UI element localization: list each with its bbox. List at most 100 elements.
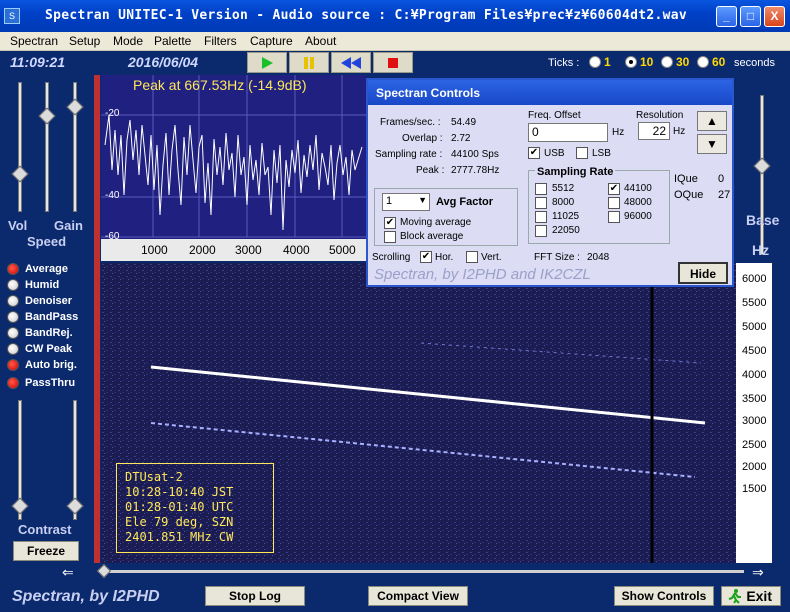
vol-slider-track[interactable] xyxy=(18,82,22,212)
freq-offset-input[interactable]: 0 xyxy=(528,123,608,142)
arrow-left-icon[interactable]: ⇐ xyxy=(62,564,74,581)
arrow-right-icon[interactable]: ⇒ xyxy=(752,564,764,581)
menu-mode[interactable]: Mode xyxy=(113,34,143,48)
speed-slider-thumb[interactable] xyxy=(38,107,56,125)
contrast-left-thumb[interactable] xyxy=(11,497,29,515)
scrolling-vert-checkbox[interactable] xyxy=(466,251,478,263)
frames-value: 54.49 xyxy=(451,117,477,128)
rate-22050-checkbox[interactable] xyxy=(535,225,547,237)
rate-8000-checkbox[interactable] xyxy=(535,197,547,209)
overlap-label: Overlap : xyxy=(402,133,443,144)
contrast-right-thumb[interactable] xyxy=(66,497,84,515)
window-title: Spectran UNITEC-1 Version - Audio source… xyxy=(45,8,688,23)
level-bar xyxy=(94,75,100,563)
play-icon xyxy=(262,56,273,69)
menu-setup[interactable]: Setup xyxy=(69,34,100,48)
play-button[interactable] xyxy=(247,52,287,73)
toggle-average[interactable]: Average xyxy=(7,261,68,276)
gain-slider-thumb[interactable] xyxy=(66,98,84,116)
rate-11025-checkbox[interactable] xyxy=(535,211,547,223)
rate-22050-label: 22050 xyxy=(552,225,580,236)
close-button[interactable]: X xyxy=(764,6,785,27)
lsb-checkbox[interactable] xyxy=(576,147,588,159)
toggle-humid[interactable]: Humid xyxy=(7,277,59,292)
menu-capture[interactable]: Capture xyxy=(250,34,293,48)
freq-6000: 6000 xyxy=(742,273,767,285)
speed-slider-track[interactable] xyxy=(45,82,49,212)
stop-log-button[interactable]: Stop Log xyxy=(205,586,305,606)
resolution-up-button[interactable]: ▲ xyxy=(697,111,727,131)
x-tick-2000: 2000 xyxy=(189,243,216,257)
compact-view-button[interactable]: Compact View xyxy=(368,586,468,606)
show-controls-button[interactable]: Show Controls xyxy=(614,586,714,606)
menu-filters[interactable]: Filters xyxy=(204,34,237,48)
rewind-button[interactable] xyxy=(331,52,371,73)
base-slider-track[interactable] xyxy=(760,95,764,255)
pause-button[interactable] xyxy=(289,52,329,73)
exit-button[interactable]: Exit xyxy=(721,586,781,606)
toggle-passthru[interactable]: PassThru xyxy=(7,375,75,390)
x-tick-5000: 5000 xyxy=(329,243,356,257)
toolbar: 11:09:21 2016/06/04 Ticks : 1 10 30 60 s… xyxy=(0,51,790,74)
position-slider-thumb[interactable] xyxy=(96,563,112,579)
rate-44100-checkbox[interactable]: ✔ xyxy=(608,183,620,195)
avg-factor-select[interactable]: 1 ▼ xyxy=(382,193,430,211)
resolution-down-button[interactable]: ▼ xyxy=(697,134,727,154)
rate-96000-checkbox[interactable] xyxy=(608,211,620,223)
base-label: Base xyxy=(746,212,780,228)
toggle-bandrej[interactable]: BandRej. xyxy=(7,325,73,340)
resolution-input[interactable]: 22 xyxy=(638,122,670,140)
moving-average-label: Moving average xyxy=(400,217,472,228)
waterfall-display: DTUsat-2 10:28-10:40 JST 01:28-01:40 UTC… xyxy=(101,263,736,563)
scrolling-label: Scrolling xyxy=(372,252,411,263)
sat-utc: 01:28-01:40 UTC xyxy=(125,500,234,514)
menu-palette[interactable]: Palette xyxy=(154,34,191,48)
rate-5512-checkbox[interactable] xyxy=(535,183,547,195)
base-slider-thumb[interactable] xyxy=(753,157,771,175)
ticks-radio-1[interactable] xyxy=(589,56,601,68)
ticks-label: Ticks : xyxy=(548,57,580,69)
ticks-radio-60[interactable] xyxy=(697,56,709,68)
clock-date: 2016/06/04 xyxy=(128,54,199,70)
position-slider-track[interactable] xyxy=(104,570,744,573)
minimize-button[interactable]: _ xyxy=(716,6,737,27)
hide-button[interactable]: Hide xyxy=(678,262,728,284)
menu-about[interactable]: About xyxy=(305,34,336,48)
rate-48000-checkbox[interactable] xyxy=(608,197,620,209)
toggle-denoiser[interactable]: Denoiser xyxy=(7,293,72,308)
dialog-watermark: Spectran, by I2PHD and IK2CZL xyxy=(374,266,591,283)
toggle-auto-brig[interactable]: Auto brig. xyxy=(7,357,77,372)
maximize-button[interactable]: □ xyxy=(740,6,761,27)
vol-slider-thumb[interactable] xyxy=(11,165,29,183)
sat-name: DTUsat-2 xyxy=(125,470,183,484)
menu-spectran[interactable]: Spectran xyxy=(10,34,58,48)
toggle-bandpass[interactable]: BandPass xyxy=(7,309,78,324)
moving-average-checkbox[interactable]: ✔ xyxy=(384,217,396,229)
ticks-radio-30[interactable] xyxy=(661,56,673,68)
chevron-down-icon: ▼ xyxy=(418,195,427,205)
scrolling-hor-checkbox[interactable]: ✔ xyxy=(420,251,432,263)
y-tick-20: -20 xyxy=(105,108,120,119)
overlap-value: 2.72 xyxy=(451,133,471,144)
fft-size-value: 2048 xyxy=(587,252,610,263)
x-tick-3000: 3000 xyxy=(235,243,262,257)
spectrum-plot xyxy=(101,75,366,238)
stop-button[interactable] xyxy=(373,52,413,73)
led-icon xyxy=(7,342,19,355)
led-icon xyxy=(7,262,19,275)
usb-checkbox[interactable]: ✔ xyxy=(528,147,540,159)
led-icon xyxy=(7,310,19,323)
toggle-cw-peak[interactable]: CW Peak xyxy=(7,341,72,356)
freq-3500: 3500 xyxy=(742,393,767,405)
rate-96000-label: 96000 xyxy=(624,211,652,222)
x-tick-1000: 1000 xyxy=(141,243,168,257)
freq-2000: 2000 xyxy=(742,461,767,473)
ticks-radio-10[interactable] xyxy=(625,56,637,68)
block-average-checkbox[interactable] xyxy=(384,231,396,243)
vol-label: Vol xyxy=(8,218,28,233)
led-icon xyxy=(7,376,19,389)
sat-frequency: 2401.851 MHz CW xyxy=(125,530,234,544)
freq-offset-unit: Hz xyxy=(612,127,625,138)
freeze-button[interactable]: Freeze xyxy=(13,541,79,561)
spectran-controls-dialog: Spectran Controls Frames/sec. : 54.49 Ov… xyxy=(366,78,734,287)
